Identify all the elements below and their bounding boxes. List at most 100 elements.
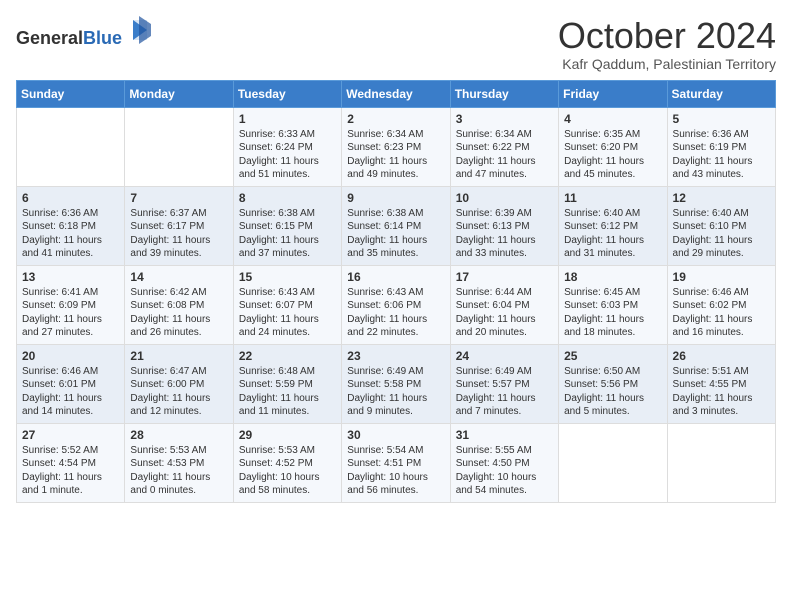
day-info: Sunrise: 6:37 AM Sunset: 6:17 PM Dayligh… [130,207,227,261]
calendar-cell: 27 Sunrise: 5:52 AM Sunset: 4:54 PM Dayli… [17,423,125,502]
day-number: 10 [456,191,553,205]
day-info: Sunrise: 6:38 AM Sunset: 6:14 PM Dayligh… [347,207,444,261]
calendar-week-row: 13 Sunrise: 6:41 AM Sunset: 6:09 PM Dayli… [17,265,776,344]
calendar-cell: 28 Sunrise: 5:53 AM Sunset: 4:53 PM Dayli… [125,423,233,502]
day-number: 7 [130,191,227,205]
day-info: Sunrise: 5:51 AM Sunset: 4:55 PM Dayligh… [673,365,770,419]
calendar-cell: 12 Sunrise: 6:40 AM Sunset: 6:10 PM Dayli… [667,186,775,265]
location-subtitle: Kafr Qaddum, Palestinian Territory [558,56,776,72]
day-info: Sunrise: 6:34 AM Sunset: 6:23 PM Dayligh… [347,128,444,182]
day-info: Sunrise: 6:50 AM Sunset: 5:56 PM Dayligh… [564,365,661,419]
calendar-cell: 8Sunrise: 6:38 AM Sunset: 6:15 PM Daylig… [233,186,341,265]
day-number: 29 [239,428,336,442]
day-number: 13 [22,270,119,284]
day-info: Sunrise: 6:49 AM Sunset: 5:57 PM Dayligh… [456,365,553,419]
day-number: 21 [130,349,227,363]
day-number: 25 [564,349,661,363]
calendar-cell: 22Sunrise: 6:48 AM Sunset: 5:59 PM Dayli… [233,344,341,423]
day-number: 8 [239,191,336,205]
calendar-week-row: 1 Sunrise: 6:33 AM Sunset: 6:24 PM Daylig… [17,107,776,186]
calendar-cell: 25 Sunrise: 6:50 AM Sunset: 5:56 PM Dayli… [559,344,667,423]
calendar-cell: 19 Sunrise: 6:46 AM Sunset: 6:02 PM Dayli… [667,265,775,344]
calendar-header-row: SundayMondayTuesdayWednesdayThursdayFrid… [17,80,776,107]
column-header-thursday: Thursday [450,80,558,107]
column-header-saturday: Saturday [667,80,775,107]
day-info: Sunrise: 6:33 AM Sunset: 6:24 PM Dayligh… [239,128,336,182]
day-info: Sunrise: 6:43 AM Sunset: 6:07 PM Dayligh… [239,286,336,340]
calendar-cell: 4Sunrise: 6:35 AM Sunset: 6:20 PM Daylig… [559,107,667,186]
day-number: 1 [239,112,336,126]
calendar-table: SundayMondayTuesdayWednesdayThursdayFrid… [16,80,776,503]
column-header-monday: Monday [125,80,233,107]
column-header-sunday: Sunday [17,80,125,107]
day-info: Sunrise: 6:46 AM Sunset: 6:02 PM Dayligh… [673,286,770,340]
day-info: Sunrise: 6:41 AM Sunset: 6:09 PM Dayligh… [22,286,119,340]
page-header: GeneralBlue October 2024 Kafr Qaddum, Pa… [16,16,776,72]
calendar-cell: 9 Sunrise: 6:38 AM Sunset: 6:14 PM Daylig… [342,186,450,265]
calendar-cell: 7 Sunrise: 6:37 AM Sunset: 6:17 PM Daylig… [125,186,233,265]
calendar-cell: 11Sunrise: 6:40 AM Sunset: 6:12 PM Dayli… [559,186,667,265]
day-info: Sunrise: 6:46 AM Sunset: 6:01 PM Dayligh… [22,365,119,419]
day-number: 16 [347,270,444,284]
day-number: 5 [673,112,770,126]
calendar-cell: 20Sunrise: 6:46 AM Sunset: 6:01 PM Dayli… [17,344,125,423]
calendar-cell: 15 Sunrise: 6:43 AM Sunset: 6:07 PM Dayli… [233,265,341,344]
day-info: Sunrise: 6:45 AM Sunset: 6:03 PM Dayligh… [564,286,661,340]
logo-icon [129,16,151,44]
calendar-cell: 5Sunrise: 6:36 AM Sunset: 6:19 PM Daylig… [667,107,775,186]
calendar-cell: 3 Sunrise: 6:34 AM Sunset: 6:22 PM Daylig… [450,107,558,186]
calendar-cell: 16 Sunrise: 6:43 AM Sunset: 6:06 PM Dayli… [342,265,450,344]
calendar-week-row: 6 Sunrise: 6:36 AM Sunset: 6:18 PM Daylig… [17,186,776,265]
calendar-cell: 17Sunrise: 6:44 AM Sunset: 6:04 PM Dayli… [450,265,558,344]
logo-blue-text: Blue [83,28,122,48]
day-number: 2 [347,112,444,126]
logo-general-text: General [16,28,83,48]
day-info: Sunrise: 6:34 AM Sunset: 6:22 PM Dayligh… [456,128,553,182]
day-number: 14 [130,270,227,284]
calendar-cell: 24 Sunrise: 6:49 AM Sunset: 5:57 PM Dayli… [450,344,558,423]
month-title: October 2024 [558,16,776,56]
calendar-cell: 2 Sunrise: 6:34 AM Sunset: 6:23 PM Daylig… [342,107,450,186]
day-number: 19 [673,270,770,284]
column-header-friday: Friday [559,80,667,107]
day-number: 28 [130,428,227,442]
day-number: 11 [564,191,661,205]
title-area: October 2024 Kafr Qaddum, Palestinian Te… [558,16,776,72]
day-number: 15 [239,270,336,284]
day-info: Sunrise: 6:48 AM Sunset: 5:59 PM Dayligh… [239,365,336,419]
day-number: 27 [22,428,119,442]
calendar-cell: 10 Sunrise: 6:39 AM Sunset: 6:13 PM Dayli… [450,186,558,265]
day-number: 17 [456,270,553,284]
day-number: 6 [22,191,119,205]
day-number: 9 [347,191,444,205]
day-info: Sunrise: 6:35 AM Sunset: 6:20 PM Dayligh… [564,128,661,182]
calendar-cell: 31 Sunrise: 5:55 AM Sunset: 4:50 PM Dayli… [450,423,558,502]
column-header-tuesday: Tuesday [233,80,341,107]
calendar-week-row: 27 Sunrise: 5:52 AM Sunset: 4:54 PM Dayli… [17,423,776,502]
day-info: Sunrise: 6:36 AM Sunset: 6:18 PM Dayligh… [22,207,119,261]
day-info: Sunrise: 6:43 AM Sunset: 6:06 PM Dayligh… [347,286,444,340]
day-info: Sunrise: 5:55 AM Sunset: 4:50 PM Dayligh… [456,444,553,498]
day-info: Sunrise: 6:49 AM Sunset: 5:58 PM Dayligh… [347,365,444,419]
column-header-wednesday: Wednesday [342,80,450,107]
logo: GeneralBlue [16,16,151,49]
calendar-cell: 29 Sunrise: 5:53 AM Sunset: 4:52 PM Dayli… [233,423,341,502]
calendar-cell: 1 Sunrise: 6:33 AM Sunset: 6:24 PM Daylig… [233,107,341,186]
day-number: 3 [456,112,553,126]
day-number: 24 [456,349,553,363]
day-info: Sunrise: 5:52 AM Sunset: 4:54 PM Dayligh… [22,444,119,498]
calendar-week-row: 20Sunrise: 6:46 AM Sunset: 6:01 PM Dayli… [17,344,776,423]
day-info: Sunrise: 6:40 AM Sunset: 6:10 PM Dayligh… [673,207,770,261]
day-number: 30 [347,428,444,442]
day-number: 18 [564,270,661,284]
calendar-cell: 18 Sunrise: 6:45 AM Sunset: 6:03 PM Dayli… [559,265,667,344]
day-info: Sunrise: 5:53 AM Sunset: 4:52 PM Dayligh… [239,444,336,498]
day-number: 23 [347,349,444,363]
day-info: Sunrise: 5:53 AM Sunset: 4:53 PM Dayligh… [130,444,227,498]
day-info: Sunrise: 6:39 AM Sunset: 6:13 PM Dayligh… [456,207,553,261]
calendar-cell [125,107,233,186]
day-info: Sunrise: 5:54 AM Sunset: 4:51 PM Dayligh… [347,444,444,498]
day-number: 12 [673,191,770,205]
calendar-cell: 30 Sunrise: 5:54 AM Sunset: 4:51 PM Dayli… [342,423,450,502]
day-number: 31 [456,428,553,442]
